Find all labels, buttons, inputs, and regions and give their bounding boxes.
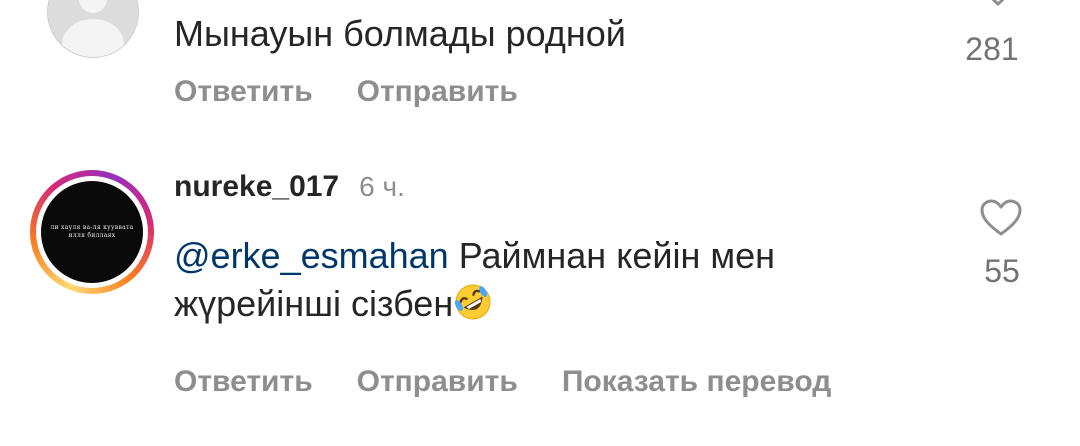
avatar-caption-line2: илля биллаях [68, 232, 116, 239]
avatar-caption-line1: ли хауля ва-ля кууввата [50, 224, 134, 231]
comment-meta: nureke_017 6 ч. [174, 170, 405, 204]
comment-text-part1: Раймнан кейін мен [448, 235, 776, 276]
reply-button[interactable]: Ответить [174, 364, 313, 400]
like-count: 281 [965, 31, 1019, 67]
story-ring-avatar[interactable]: ли хауля ва-ля кууввата илля биллаях [30, 170, 154, 294]
comment-actions: Ответить Отправить [174, 74, 518, 110]
comment-text-part2: жүрейінші сізбен [174, 283, 454, 324]
username-link[interactable]: nureke_017 [174, 170, 339, 204]
avatar-head-shape [79, 0, 107, 13]
comments-section: Мынауын болмады родной Ответить Отправит… [0, 0, 1080, 446]
rolling-on-floor-laughing-emoji [455, 284, 491, 320]
default-avatar[interactable] [47, 0, 139, 58]
timestamp: 6 ч. [359, 171, 405, 202]
comment-text: @erke_esmahan Раймнан кейін мен жүрейінш… [174, 232, 904, 328]
comment-text: Мынауын болмады родной [174, 13, 626, 54]
mention-link[interactable]: @erke_esmahan [174, 235, 449, 276]
heart-icon[interactable] [979, 198, 1023, 238]
send-button[interactable]: Отправить [357, 74, 518, 110]
chevron-down-icon[interactable] [979, 0, 1017, 14]
like-count: 55 [984, 253, 1020, 289]
comment-actions: Ответить Отправить Показать перевод [174, 364, 831, 400]
reply-button[interactable]: Ответить [174, 74, 313, 110]
show-translation-button[interactable]: Показать перевод [562, 364, 831, 400]
avatar: ли хауля ва-ля кууввата илля биллаях [41, 181, 143, 283]
avatar-body-shape [62, 19, 124, 57]
send-button[interactable]: Отправить [357, 364, 518, 400]
